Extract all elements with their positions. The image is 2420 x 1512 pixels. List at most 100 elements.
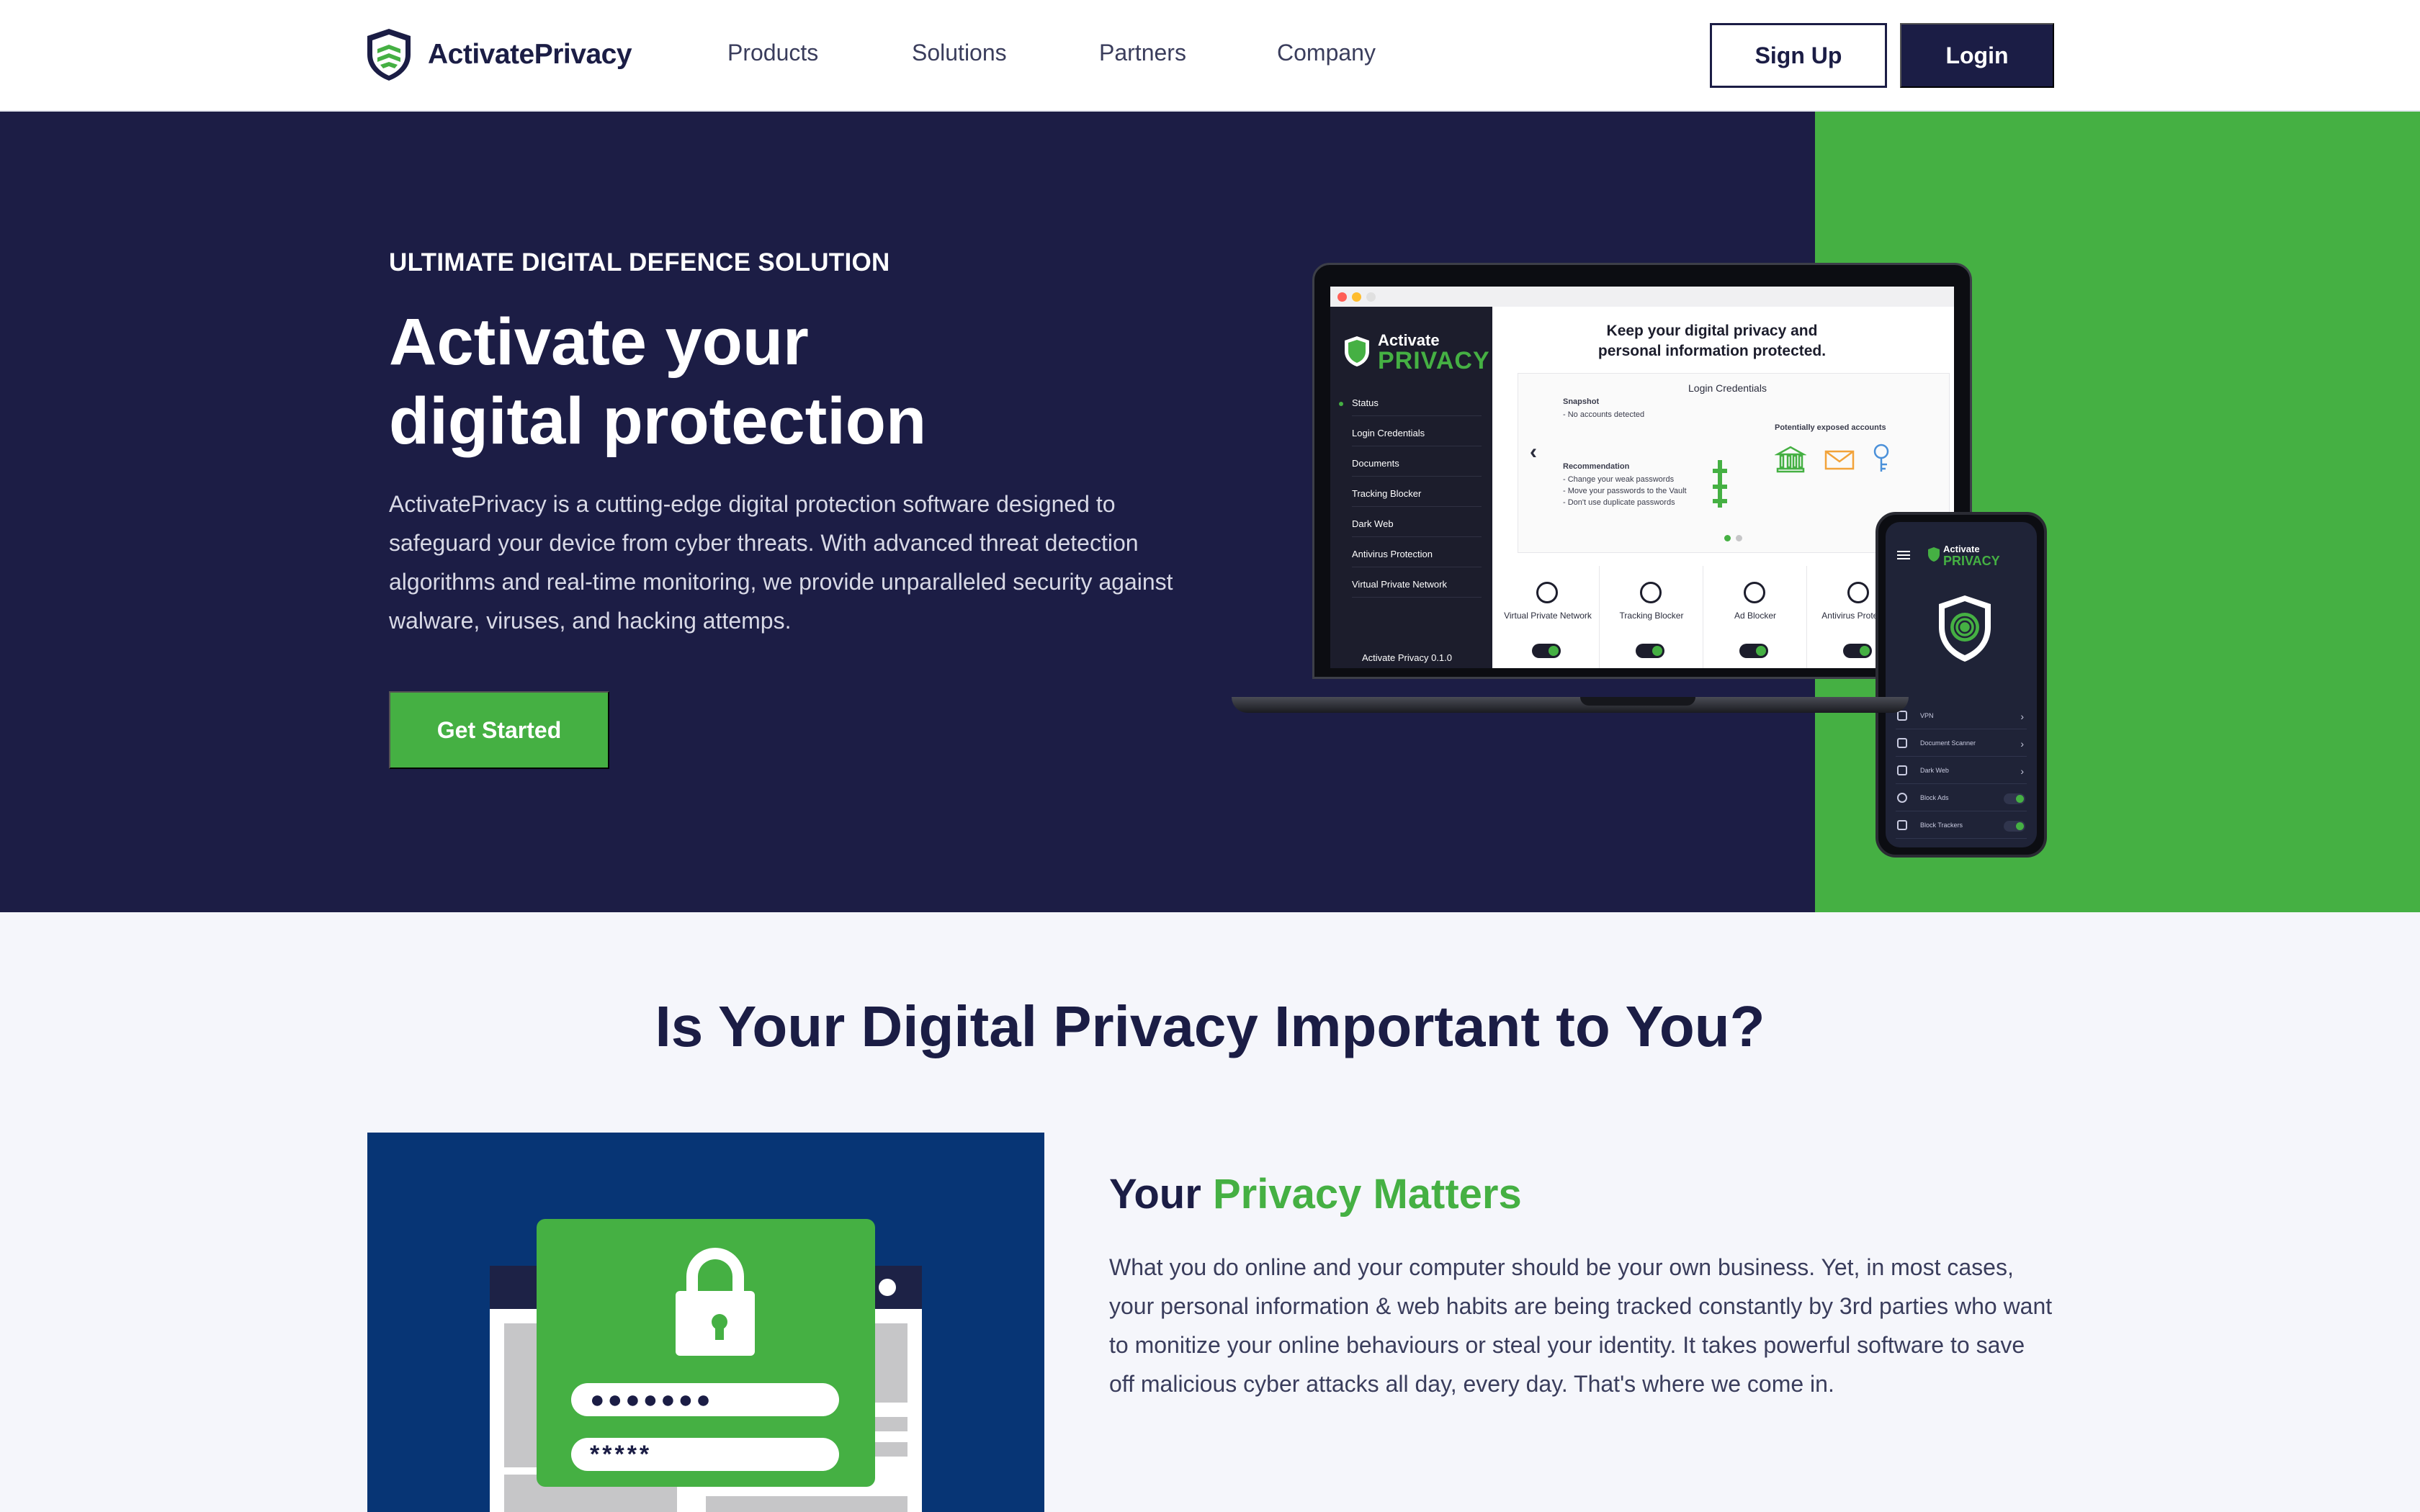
block-trackers-toggle[interactable] [2004, 821, 2025, 832]
block-ads-toggle[interactable] [2004, 793, 2025, 804]
key-icon [1873, 444, 1889, 472]
vpn-icon [1897, 711, 1907, 721]
hero-section: ULTIMATE DIGITAL DEFENCE SOLUTION Activa… [0, 112, 2420, 912]
window-minimize-dot [1352, 292, 1361, 302]
sidebar-item-login-credentials[interactable]: Login Credentials [1352, 428, 1482, 446]
privacy-title-highlight: Privacy Matters [1212, 1171, 1522, 1218]
phone-row-label: Block Ads [1920, 794, 1949, 801]
sign-up-button[interactable]: Sign Up [1710, 23, 1887, 88]
page-block [706, 1496, 908, 1512]
sidebar-item-antivirus[interactable]: Antivirus Protection [1352, 549, 1482, 567]
sidebar-item-documents[interactable]: Documents [1352, 458, 1482, 477]
nav-link-company[interactable]: Company [1277, 40, 1376, 66]
tile-vpn[interactable]: Virtual Private Network [1496, 566, 1600, 668]
vpn-toggle[interactable] [1532, 644, 1561, 658]
phone-mockup: Activate PRIVACY VPN › Document Scanner … [1876, 512, 2047, 858]
pin-field-illustration: ***** [571, 1438, 839, 1471]
hero-description: ActivatePrivacy is a cutting-edge digita… [389, 491, 1173, 634]
privacy-description: What you do online and your computer sho… [1109, 1254, 2053, 1397]
snapshot-label: Snapshot [1563, 397, 1600, 406]
section-title: Is Your Digital Privacy Important to You… [655, 994, 1765, 1058]
window-title-bar [1330, 287, 1954, 307]
mail-icon [1824, 450, 1855, 470]
snapshot-value: - No accounts detected [1563, 410, 1645, 419]
laptop-mockup: Activate PRIVACY Status Login Credential… [1312, 263, 1972, 679]
chevron-right-icon: › [2020, 765, 2024, 777]
privacy-matters-title: Your Privacy Matters [1109, 1170, 1522, 1218]
recommendation-label: Recommendation [1563, 462, 1630, 471]
login-button[interactable]: Login [1900, 23, 2054, 88]
phone-row-document-scanner[interactable]: Document Scanner › [1896, 731, 2027, 757]
chevron-right-icon: › [2020, 738, 2024, 750]
hero-eyebrow: ULTIMATE DIGITAL DEFENCE SOLUTION [389, 248, 890, 276]
hamburger-menu-icon[interactable] [1897, 551, 1910, 559]
phone-row-label: Dark Web [1920, 767, 1949, 774]
window-close-dot [1337, 292, 1347, 302]
laptop-screen: Activate PRIVACY Status Login Credential… [1330, 287, 1954, 668]
block-icon [1897, 793, 1907, 803]
phone-row-label: VPN [1920, 712, 1934, 719]
phone-row-dark-web[interactable]: Dark Web › [1896, 758, 2027, 784]
phone-row-block-trackers[interactable]: Block Trackers [1896, 813, 2027, 839]
sidebar-item-tracking-blocker[interactable]: Tracking Blocker [1352, 488, 1482, 507]
app-headline-2: personal information protected. [1597, 343, 1827, 359]
chevron-left-icon[interactable]: ‹ [1530, 440, 1537, 464]
app-version: Activate Privacy 0.1.0 [1362, 652, 1452, 663]
get-started-button[interactable]: Get Started [389, 691, 609, 769]
phone-logo-top: Activate [1943, 544, 1980, 554]
shield-logo-icon [367, 29, 411, 81]
document-icon [1897, 738, 1907, 748]
keyhole-stem [715, 1324, 724, 1340]
fingerprint-shield-icon [1939, 595, 1991, 662]
browser-dot [879, 1279, 896, 1296]
laptop-base [1232, 697, 1909, 713]
tile-label-ad-blocker: Ad Blocker [1734, 611, 1777, 621]
tile-ad-blocker[interactable]: Ad Blocker [1703, 566, 1807, 668]
exposed-label: Potentially exposed accounts [1775, 423, 1886, 432]
sidebar-item-status[interactable]: Status [1352, 397, 1482, 416]
nav-link-products[interactable]: Products [727, 40, 818, 66]
dark-web-icon [1897, 765, 1907, 775]
app-shield-icon [1345, 336, 1369, 366]
bank-icon [1775, 446, 1806, 473]
tracking-toggle[interactable] [1636, 644, 1664, 658]
hero-title: Activate your digital protection [389, 302, 1253, 461]
tracker-icon [1897, 820, 1907, 830]
carousel-dot[interactable] [1736, 535, 1742, 541]
phone-shield-icon [1928, 547, 1940, 562]
phone-row-label: Block Trackers [1920, 822, 1963, 829]
tile-tracking-blocker[interactable]: Tracking Blocker [1600, 566, 1703, 668]
nav-link-solutions[interactable]: Solutions [912, 40, 1007, 66]
app-headline: Keep your digital privacy and personal i… [1546, 321, 1878, 361]
phone-row-label: Document Scanner [1920, 739, 1976, 747]
card-title: Login Credentials [1688, 382, 1767, 394]
carousel-dot-active[interactable] [1724, 535, 1731, 541]
app-headline-1: Keep your digital privacy and [1606, 323, 1818, 339]
crosshair-icon [1640, 582, 1662, 603]
nav-link-partners[interactable]: Partners [1099, 40, 1186, 66]
phone-row-block-ads[interactable]: Block Ads [1896, 786, 2027, 811]
shield-icon [1847, 582, 1869, 603]
password-strength-icon [1713, 460, 1727, 508]
sidebar-item-dark-web[interactable]: Dark Web [1352, 518, 1482, 537]
app-sidebar: Activate PRIVACY Status Login Credential… [1330, 307, 1492, 668]
privacy-illustration: ●●●●●●● ***** [367, 1133, 1044, 1512]
chevron-right-icon: › [2020, 711, 2024, 722]
ad-blocker-toggle[interactable] [1739, 644, 1768, 658]
privacy-title-prefix: Your [1109, 1171, 1213, 1218]
recommendation-3: - Don't use duplicate passwords [1563, 498, 1675, 507]
login-card-illustration: ●●●●●●● ***** [537, 1219, 875, 1487]
phone-logo-bottom: PRIVACY [1943, 554, 2000, 568]
brand-logo[interactable]: ActivatePrivacy [364, 27, 632, 82]
tile-label-tracking: Tracking Blocker [1619, 611, 1684, 621]
password-field-illustration: ●●●●●●● [571, 1383, 839, 1416]
antivirus-toggle[interactable] [1843, 644, 1872, 658]
phone-row-vpn[interactable]: VPN › [1896, 703, 2027, 729]
block-icon [1744, 582, 1765, 603]
sidebar-item-vpn[interactable]: Virtual Private Network [1352, 579, 1482, 598]
active-status-dot [1339, 402, 1343, 406]
globe-icon [1536, 582, 1558, 603]
hero-title-line-2: digital protection [389, 384, 927, 458]
hero-title-line-1: Activate your [389, 305, 809, 379]
top-nav: ActivatePrivacy Products Solutions Partn… [0, 0, 2420, 112]
